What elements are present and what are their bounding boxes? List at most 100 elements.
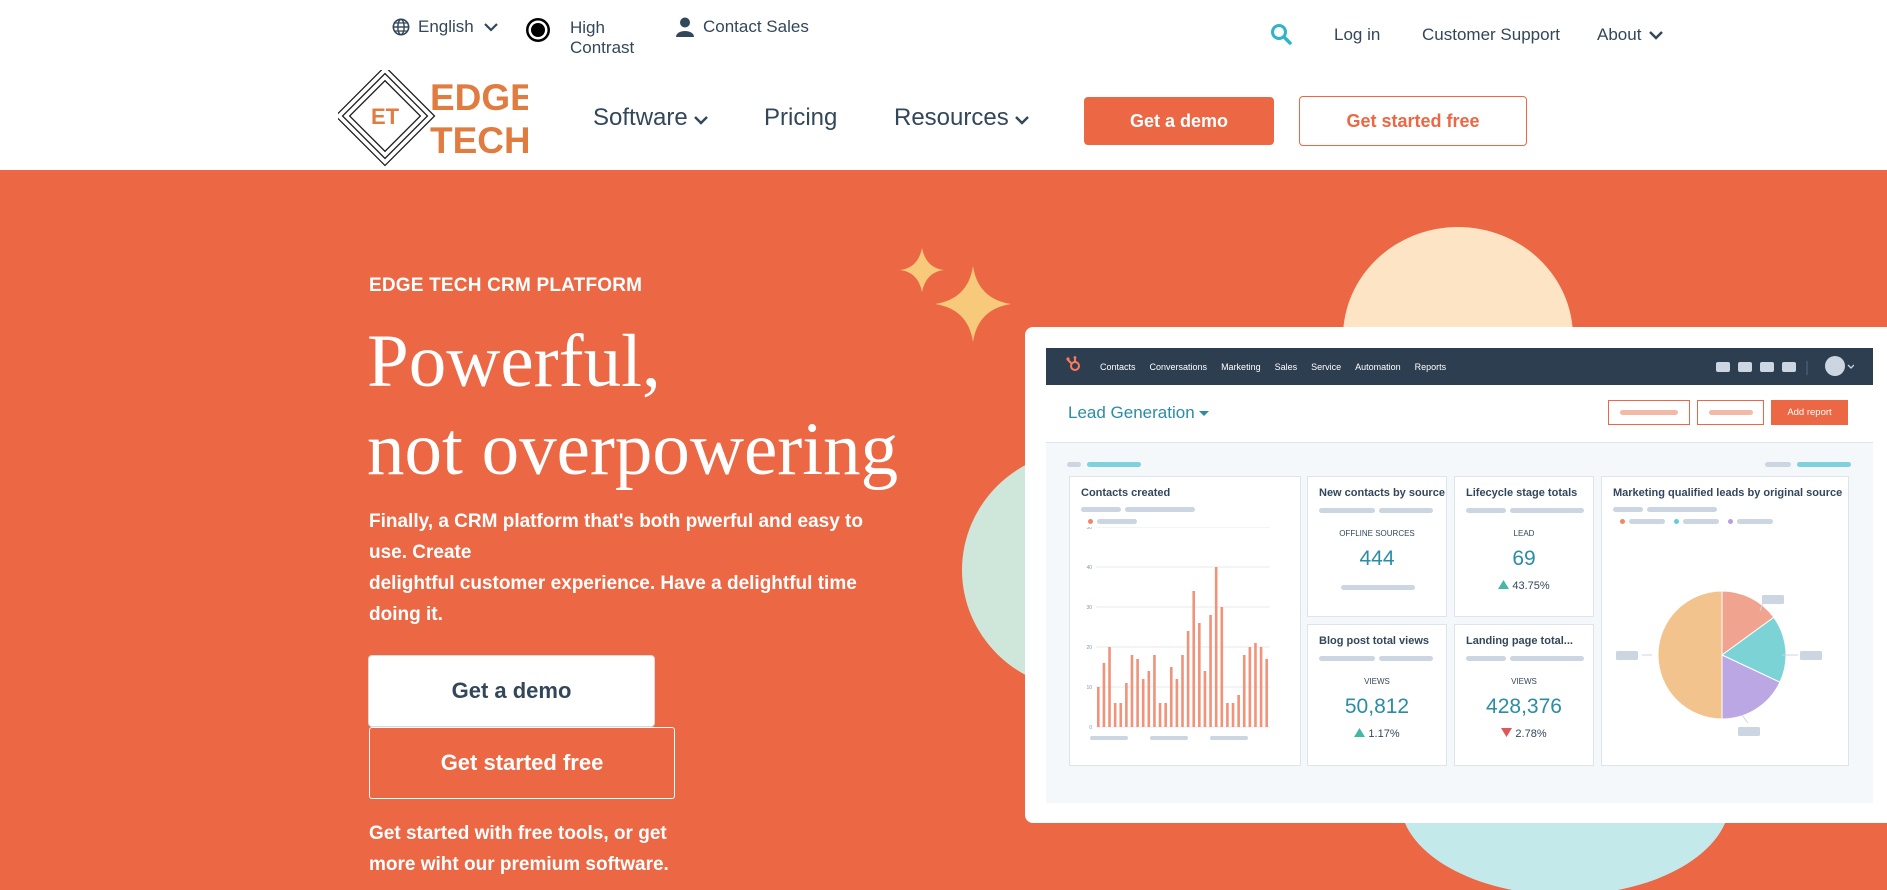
landing-label: VIEWS [1511,677,1537,686]
dash-menu-sales[interactable]: Sales [1275,362,1298,372]
dash-menu-conversations[interactable]: Conversations [1150,362,1208,372]
nav-demo-button[interactable]: Get a demo [1084,97,1274,145]
blog-pct: 1.17% [1368,728,1400,740]
dashboard-action-2[interactable] [1697,400,1764,425]
pie-callout-line [1741,714,1749,724]
edge-tech-logo[interactable]: ET EDGE TECH [334,65,535,170]
search-button[interactable] [1270,23,1292,45]
pie-callout-label [1616,651,1638,660]
triangle-up-icon [1498,580,1510,592]
high-contrast-toggle[interactable] [523,18,553,42]
dash-menu-service[interactable]: Service [1311,362,1341,372]
nav-resources-label: Resources [894,104,1009,131]
bar [1130,655,1134,727]
bar [1158,703,1162,727]
nav-resources[interactable]: Resources [894,104,1029,132]
card-blog-views[interactable]: Blog post total views VIEWS 50,812 1.17% [1307,624,1447,766]
nav-free-button[interactable]: Get started free [1299,96,1527,146]
card-mql-title: Marketing qualified leads by original so… [1613,487,1843,499]
y-tick-label: 10 [1086,685,1092,691]
main-navigation: ET EDGE TECH Software Pricing Resources … [0,65,1887,170]
dashboard-title-label: Lead Generation [1068,403,1195,422]
caret-down-icon [1199,403,1210,422]
bar [1125,683,1128,727]
hero-subtext: Finally, a CRM platform that's both pwer… [369,506,899,630]
language-selector[interactable]: English [392,17,498,37]
dashboard-action-1[interactable] [1608,400,1690,425]
card-new-contacts-title: New contacts by source [1319,487,1445,499]
bar [1181,655,1184,727]
bar [1237,695,1240,727]
hero-section: EDGE TECH CRM PLATFORM Powerful, not ove… [0,170,1887,890]
contact-sales-link[interactable]: Contact Sales [676,17,809,37]
search-icon [1270,23,1292,45]
card-new-contacts[interactable]: New contacts by source OFFLINE SOURCES 4… [1307,476,1447,617]
triangle-down-icon [1501,728,1513,740]
sparkle-large-icon [935,266,1011,342]
bar [1186,631,1190,727]
nav-pricing[interactable]: Pricing [764,104,837,132]
hero-headline-line1: Powerful, [367,320,661,403]
logo-line2-text: TECH [430,120,528,161]
chevron-down-icon [1014,104,1029,132]
dash-menu-contacts[interactable]: Contacts [1100,362,1136,372]
dash-avatar[interactable] [1824,355,1855,382]
dash-menu-automation[interactable]: Automation [1355,362,1401,372]
card-lifecycle-title: Lifecycle stage totals [1466,487,1578,499]
chevron-down-icon [693,104,708,132]
nav-software[interactable]: Software [593,104,708,132]
bar [1164,703,1167,727]
bar [1119,703,1123,727]
card-contacts-created[interactable]: Contacts created 50 40 30 20 10 0 [1069,476,1301,766]
logo-mark-text: ET [371,104,400,129]
language-label: English [418,17,474,36]
pie-callout-label [1738,727,1760,736]
bar [1192,591,1196,727]
dash-menu-marketing[interactable]: Marketing [1221,362,1261,372]
contacts-bar-chart: 50 40 30 20 10 0 [1086,527,1270,740]
pie-callout-label [1800,651,1822,660]
card-landing-views[interactable]: Landing page total... VIEWS 428,376 2.78… [1454,624,1594,766]
dashboard-preview: Contacts Conversations Marketing Sales S… [1025,327,1887,823]
triangle-up-icon [1354,728,1366,740]
lifecycle-change: 43.75% [1455,580,1593,592]
bar [1097,687,1100,727]
x-axis-label-placeholder [1090,736,1128,740]
bar [1141,679,1145,727]
bar [1175,679,1179,727]
customer-support-link[interactable]: Customer Support [1422,25,1560,45]
y-tick-label: 40 [1086,565,1092,571]
bar [1153,655,1156,727]
about-menu[interactable]: About [1597,25,1664,45]
chevron-down-icon [1649,30,1664,40]
card-mql-pie[interactable]: Marketing qualified leads by original so… [1601,476,1849,766]
bar [1265,659,1268,727]
bar [1108,647,1111,727]
nav-software-label: Software [593,104,688,131]
bar [1147,671,1151,727]
hero-free-button[interactable]: Get started free [369,727,675,799]
landing-value: 428,376 [1486,695,1562,718]
blog-value: 50,812 [1344,695,1410,718]
contact-sales-label: Contact Sales [703,17,809,36]
hero-demo-button[interactable]: Get a demo [369,656,654,726]
high-contrast-label[interactable]: High Contrast [570,18,660,58]
y-tick-label: 0 [1089,725,1092,731]
landing-change: 2.78% [1455,728,1593,740]
add-report-button[interactable]: Add report [1771,400,1848,425]
bar [1231,703,1235,727]
dash-menu-reports[interactable]: Reports [1415,362,1447,372]
lifecycle-label: LEAD [1513,529,1535,538]
hero-footnote: Get started with free tools, or get more… [369,823,669,875]
hero-subtext-line2: delightful customer experience. Have a d… [369,573,857,625]
hero-headline-line2: not overpowering [367,408,899,491]
hero-eyebrow: EDGE TECH CRM PLATFORM [369,275,643,296]
pie-slice [1657,590,1723,720]
blog-change: 1.17% [1308,728,1446,740]
bar [1254,643,1257,727]
login-link[interactable]: Log in [1334,25,1380,45]
card-lifecycle[interactable]: Lifecycle stage totals LEAD 69 43.75% [1454,476,1594,617]
bar [1136,659,1139,727]
dashboard-title[interactable]: Lead Generation [1068,403,1210,423]
bar [1226,703,1229,727]
